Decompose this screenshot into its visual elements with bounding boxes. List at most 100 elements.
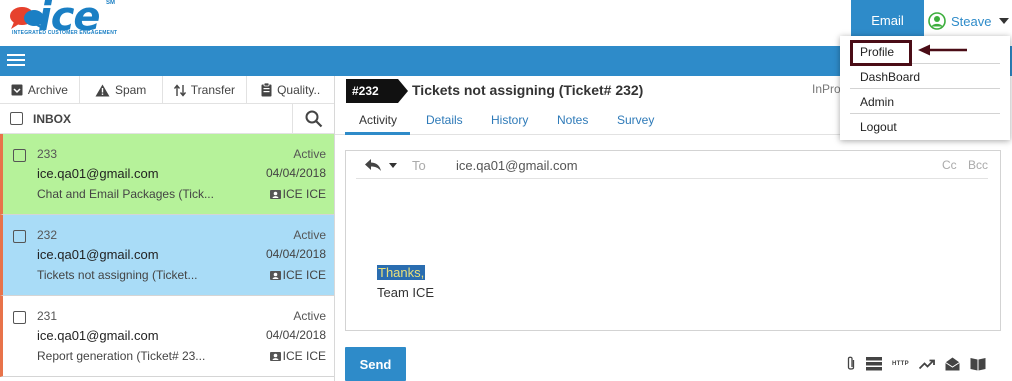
active-tab-indicator [345,132,410,135]
ticket-number-badge: #232 [346,79,408,103]
ticket-tabs: Activity Details History Notes Survey [335,106,840,135]
ticket-agent-name: ICE ICE [282,268,326,282]
ticket-number: 233 [37,147,58,161]
ticket-agent: ICE ICE [269,187,326,201]
ticket-checkbox[interactable] [13,230,26,243]
ice-logo[interactable]: ice SM INTEGRATED CUSTOMER ENGAGEMENT [8,0,118,42]
ticket-email: ice.qa01@gmail.com [37,166,159,181]
ticket-checkbox[interactable] [13,149,26,162]
email-body-line-2[interactable]: Team ICE [377,285,434,300]
email-compose-box: To ice.qa01@gmail.com Cc Bcc Thanks, Tea… [345,150,1001,331]
ticket-status: Active [293,309,326,323]
ticket-date: 04/04/2018 [265,247,326,261]
annotation-arrow-icon [918,44,967,56]
ticket-email: ice.qa01@gmail.com [37,247,159,262]
to-field[interactable]: ice.qa01@gmail.com [456,158,578,173]
cc-bcc-links: Cc Bcc [934,158,988,172]
ticket-agent-name: ICE ICE [282,187,326,201]
compose-recipient-row: To ice.qa01@gmail.com Cc Bcc [356,153,988,179]
quality-button[interactable]: Quality.. [247,76,334,104]
user-avatar-icon [928,12,946,30]
archive-label: Archive [27,83,68,97]
ticket-list: 233 Active ice.qa01@gmail.com 04/04/2018… [0,134,334,377]
chevron-down-icon [999,18,1010,24]
search-button[interactable] [292,104,334,134]
ticket-list-pane: Archive Spam Transfer Quality.. INBOX 23… [0,76,335,381]
ticket-row[interactable]: 231 Active ice.qa01@gmail.com 04/04/2018… [0,296,334,377]
trending-up-icon[interactable] [918,358,935,370]
transfer-button[interactable]: Transfer [163,76,248,104]
user-menu-toggle[interactable]: Steave [928,11,1010,31]
tab-notes[interactable]: Notes [557,113,588,127]
reply-type-dropdown[interactable] [364,158,397,172]
chevron-down-icon [389,162,397,168]
send-label: Send [359,356,392,372]
ticket-agent: ICE ICE [269,268,326,282]
tab-history[interactable]: History [491,113,528,127]
email-channel-label: Email [871,12,904,28]
spam-button[interactable]: Spam [80,76,163,104]
ticket-state: InPro [812,82,841,96]
transfer-arrows-icon [173,83,186,97]
open-envelope-icon[interactable] [945,357,960,371]
email-channel-tab[interactable]: Email [851,0,924,40]
ticket-badge-label: #232 [352,84,379,98]
dropdown-item-logout-label: Logout [860,120,897,134]
compose-tools: HTTP [846,354,996,374]
dropdown-item-admin-label: Admin [860,94,895,109]
clipboard-icon [261,83,272,97]
send-button[interactable]: Send [345,347,406,381]
search-icon [305,110,322,128]
agent-card-icon [269,351,281,361]
dropdown-item-dashboard-label: DashBoard [860,69,921,84]
logo-sm-mark: SM [106,0,115,6]
ticket-email: ice.qa01@gmail.com [37,328,159,343]
ticket-status: Active [293,228,326,242]
agent-card-icon [269,270,281,280]
dropdown-item-admin[interactable]: Admin [850,90,1000,114]
ticket-agent: ICE ICE [269,349,326,363]
knowledge-book-icon[interactable] [970,357,986,371]
ticket-date: 04/04/2018 [265,328,326,342]
email-body-line-1[interactable]: Thanks, [377,265,426,280]
bcc-link[interactable]: Bcc [968,158,988,172]
template-list-icon[interactable] [866,357,882,371]
agent-card-icon [269,189,281,199]
user-name: Steave [951,13,992,29]
tab-details[interactable]: Details [426,113,463,127]
archive-icon [11,84,23,96]
ticket-title: Tickets not assigning (Ticket# 232) [412,82,644,98]
ticket-number: 231 [37,309,58,323]
ticket-checkbox[interactable] [13,311,26,324]
logo-tagline: INTEGRATED CUSTOMER ENGAGEMENT [12,30,118,36]
transfer-label: Transfer [190,83,235,97]
ticket-agent-name: ICE ICE [282,349,326,363]
tab-activity[interactable]: Activity [359,113,397,127]
ticket-number: 232 [37,228,58,242]
inbox-label: INBOX [33,111,72,126]
ticket-toolbar: Archive Spam Transfer Quality.. [0,76,334,104]
dropdown-item-logout[interactable]: Logout [850,115,1000,139]
select-all-checkbox[interactable] [10,112,23,125]
ticket-status: Active [293,147,326,161]
profile-highlight-box [850,40,912,66]
ticket-subject: Report generation (Ticket# 23... [37,349,206,363]
ticket-subject: Tickets not assigning (Ticket... [37,268,198,282]
attachment-icon[interactable] [846,356,856,372]
tab-survey[interactable]: Survey [617,113,654,127]
ticket-row[interactable]: 233 Active ice.qa01@gmail.com 04/04/2018… [0,134,334,215]
archive-button[interactable]: Archive [0,76,80,104]
reply-icon [365,159,381,171]
spam-label: Spam [114,83,147,97]
cc-link[interactable]: Cc [942,158,957,172]
hamburger-menu-icon[interactable] [7,54,25,68]
inbox-header: INBOX [0,104,334,134]
dropdown-item-dashboard[interactable]: DashBoard [850,65,1000,89]
ticket-subject: Chat and Email Packages (Tick... [37,187,214,201]
warning-icon [95,84,110,96]
http-link-icon[interactable]: HTTP [892,361,909,367]
ticket-row[interactable]: 232 Active ice.qa01@gmail.com 04/04/2018… [0,215,334,296]
ticket-header: #232 Tickets not assigning (Ticket# 232)… [335,76,841,106]
to-label: To [412,158,426,173]
ticket-date: 04/04/2018 [265,166,326,180]
